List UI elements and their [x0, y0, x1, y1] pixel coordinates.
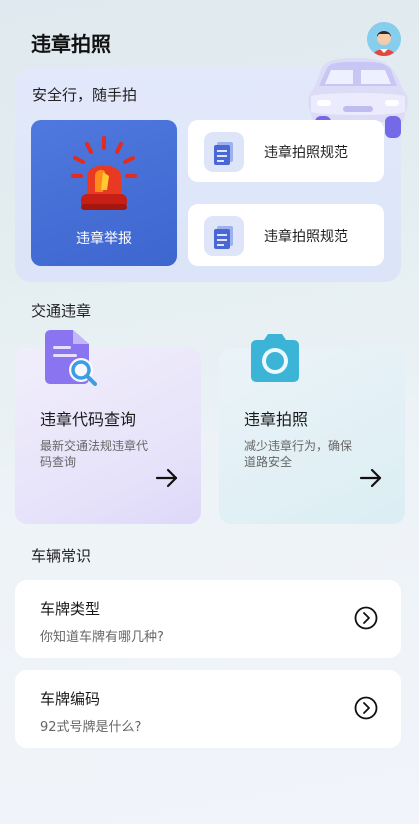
page-title: 违章拍照 — [31, 32, 111, 56]
arrow-right-icon — [155, 467, 179, 489]
list-item-subtitle: 92式号牌是什么? — [40, 720, 142, 735]
photo-rules-label: 违章拍照规范 — [264, 145, 348, 161]
list-item-title: 车牌类型 — [40, 600, 101, 618]
card-description: 最新交通法规违章代码查询 — [40, 439, 149, 469]
document-icon — [204, 132, 244, 172]
camera-icon — [247, 334, 303, 386]
list-item-plate-code[interactable]: 车牌编码 92式号牌是什么? — [15, 670, 401, 748]
card-description: 减少违章行为，确保道路安全 — [244, 439, 353, 469]
violation-report-button[interactable]: 违章举报 — [31, 120, 177, 266]
list-item-subtitle: 你知道车牌有哪几种? — [40, 630, 164, 645]
chevron-right-circle-icon[interactable] — [354, 696, 378, 720]
hero-panel: 安全行，随手拍 违章举报 违章拍照规范 违章拍照规范 — [15, 58, 408, 282]
siren-icon — [69, 136, 139, 216]
photo-rules-label: 违章拍照规范 — [264, 229, 348, 245]
list-item-title: 车牌编码 — [40, 690, 101, 708]
card-title: 违章拍照 — [244, 410, 309, 429]
hero-slogan: 安全行，随手拍 — [32, 86, 138, 104]
chevron-right-circle-icon[interactable] — [354, 606, 378, 630]
arrow-right-icon — [359, 467, 383, 489]
document-icon — [204, 216, 244, 256]
photo-rules-button[interactable]: 违章拍照规范 — [188, 120, 384, 182]
list-item-plate-type[interactable]: 车牌类型 你知道车牌有哪几种? — [15, 580, 401, 658]
user-avatar-icon[interactable] — [367, 22, 401, 56]
section-title-traffic: 交通违章 — [31, 302, 92, 320]
document-search-icon — [45, 330, 107, 392]
violation-code-query-card[interactable]: 违章代码查询 最新交通法规违章代码查询 — [15, 330, 201, 524]
photo-rules-button[interactable]: 违章拍照规范 — [188, 204, 384, 266]
violation-photo-card[interactable]: 违章拍照 减少违章行为，确保道路安全 — [219, 334, 405, 524]
violation-report-label: 违章举报 — [76, 231, 132, 247]
card-title: 违章代码查询 — [40, 410, 137, 429]
section-title-vehicle: 车辆常识 — [31, 547, 92, 565]
